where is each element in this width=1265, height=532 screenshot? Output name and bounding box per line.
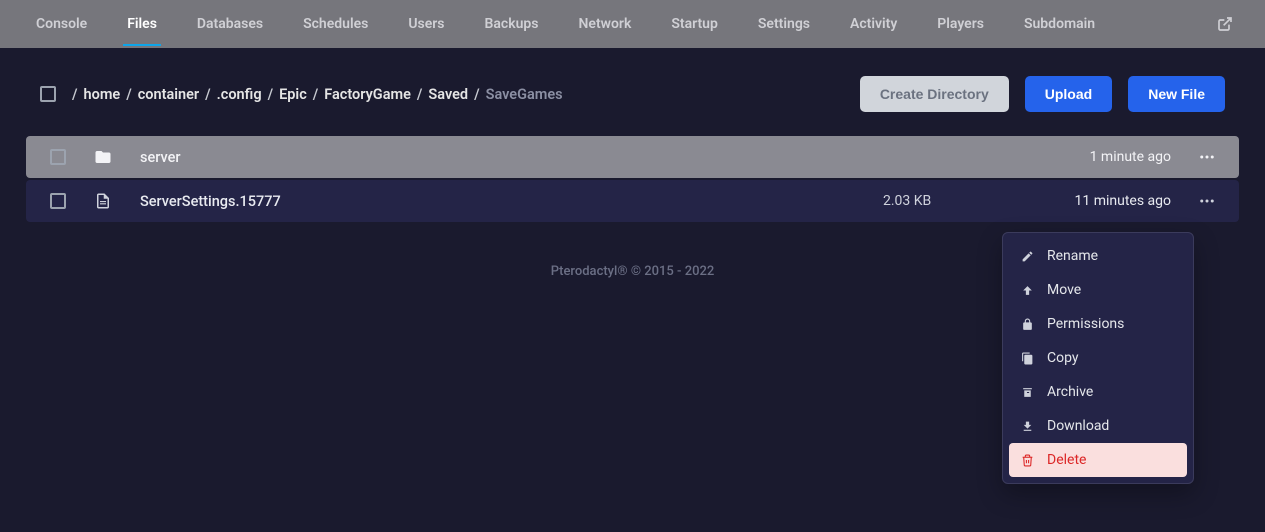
crumb-epic[interactable]: Epic [279, 86, 307, 103]
folder-icon [94, 148, 122, 166]
file-time: 1 minute ago [1031, 149, 1171, 165]
upload-button[interactable]: Upload [1025, 76, 1112, 112]
more-actions-icon[interactable] [1189, 192, 1225, 210]
pencil-icon [1019, 250, 1035, 263]
tab-console[interactable]: Console [16, 2, 107, 46]
file-name: ServerSettings.15777 [140, 193, 865, 210]
row-checkbox[interactable] [50, 149, 66, 165]
breadcrumb: / home / container / .config / Epic / Fa… [72, 86, 844, 103]
file-size: 2.03 KB [883, 193, 1013, 209]
menu-label: Archive [1047, 384, 1093, 400]
tab-network[interactable]: Network [559, 2, 652, 46]
tab-files[interactable]: Files [107, 2, 177, 46]
file-row[interactable]: server 1 minute ago [26, 136, 1239, 178]
crumb-savegames: SaveGames [486, 86, 563, 103]
tab-subdomain[interactable]: Subdomain [1004, 2, 1115, 46]
menu-rename[interactable]: Rename [1009, 239, 1187, 273]
menu-delete[interactable]: Delete [1009, 443, 1187, 477]
crumb-config[interactable]: .config [217, 86, 262, 103]
tab-schedules[interactable]: Schedules [283, 2, 388, 46]
tab-databases[interactable]: Databases [177, 2, 283, 46]
menu-label: Move [1047, 282, 1081, 298]
select-all-checkbox[interactable] [40, 86, 56, 102]
crumb-factorygame[interactable]: FactoryGame [324, 86, 411, 103]
header-row: / home / container / .config / Epic / Fa… [40, 76, 1225, 112]
more-actions-icon[interactable] [1189, 148, 1225, 166]
tab-backups[interactable]: Backups [465, 2, 559, 46]
download-icon [1019, 420, 1035, 433]
tab-players[interactable]: Players [917, 2, 1004, 46]
menu-label: Copy [1047, 350, 1079, 366]
menu-download[interactable]: Download [1009, 409, 1187, 443]
file-icon [94, 192, 122, 210]
crumb-home[interactable]: home [84, 86, 121, 103]
archive-icon [1019, 386, 1035, 399]
file-list: server 1 minute ago ServerSettings.15777… [26, 136, 1239, 222]
tab-bar: Console Files Databases Schedules Users … [0, 0, 1265, 48]
new-file-button[interactable]: New File [1128, 76, 1225, 112]
menu-label: Rename [1047, 248, 1098, 264]
menu-copy[interactable]: Copy [1009, 341, 1187, 375]
trash-icon [1019, 454, 1035, 467]
file-name: server [140, 149, 865, 166]
tab-settings[interactable]: Settings [738, 2, 830, 46]
external-link-icon[interactable] [1201, 16, 1249, 32]
context-menu: Rename Move Permissions Copy Archive Dow… [1002, 232, 1194, 484]
menu-label: Download [1047, 418, 1109, 434]
tab-users[interactable]: Users [388, 2, 464, 46]
menu-permissions[interactable]: Permissions [1009, 307, 1187, 341]
menu-move[interactable]: Move [1009, 273, 1187, 307]
row-checkbox[interactable] [50, 193, 66, 209]
crumb-container[interactable]: container [138, 86, 199, 103]
tab-activity[interactable]: Activity [830, 2, 917, 46]
menu-label: Delete [1047, 452, 1086, 468]
menu-label: Permissions [1047, 316, 1124, 332]
file-time: 11 minutes ago [1031, 193, 1171, 209]
tab-startup[interactable]: Startup [651, 2, 738, 46]
file-row[interactable]: ServerSettings.15777 2.03 KB 11 minutes … [26, 180, 1239, 222]
menu-archive[interactable]: Archive [1009, 375, 1187, 409]
arrow-up-icon [1019, 284, 1035, 297]
copy-icon [1019, 352, 1035, 365]
lock-icon [1019, 318, 1035, 331]
create-directory-button[interactable]: Create Directory [860, 76, 1009, 112]
crumb-saved[interactable]: Saved [428, 86, 468, 103]
